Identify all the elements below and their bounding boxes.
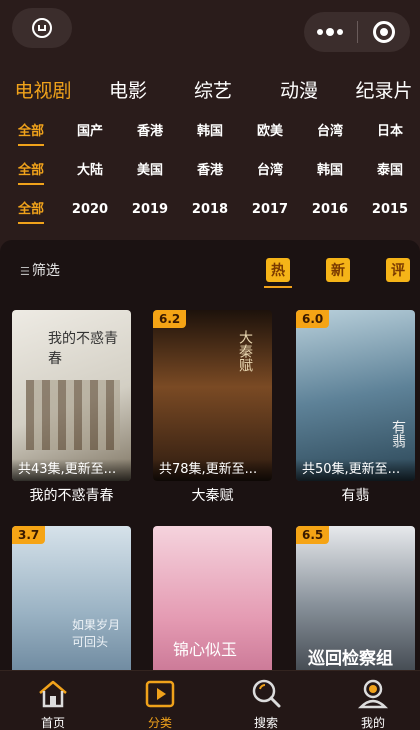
more-button[interactable] [304,12,357,52]
card-title: 大秦赋 [191,488,234,504]
filter-chip[interactable]: 台湾 [257,161,283,181]
poster-title-art: 我的不惑青春 [48,331,118,367]
poster-image[interactable]: 如果岁月可回头 3.7 [12,526,131,670]
top-bar [0,0,420,60]
tab-movie[interactable]: 电影 [109,76,147,106]
nav-home[interactable]: 首页 [23,677,83,730]
sort-hot-button[interactable]: 热 [264,258,292,288]
filter-chip[interactable]: 2016 [312,200,348,220]
search-icon [249,677,283,711]
sort-bar: ☰ 筛选 热 新 评 [0,240,420,300]
filter-chip[interactable]: 全部 [17,161,45,185]
bottom-nav: 首页 分类 搜索 我的 [0,670,420,730]
profile-icon [356,677,390,711]
home-icon [36,677,70,711]
tab-variety[interactable]: 综艺 [194,76,232,106]
tab-tv-series[interactable]: 电视剧 [14,76,71,106]
episode-info: 共43集,更新至... [12,459,131,481]
list-item[interactable]: 巡回检察组 6.5 [296,526,415,670]
filter-button[interactable]: ☰ 筛选 [20,262,60,281]
poster-image[interactable]: 锦心似玉 [153,526,272,670]
sort-new-button[interactable]: 新 [326,258,350,282]
sort-rating-button[interactable]: 评 [386,258,410,282]
rating-badge: 3.7 [12,526,46,544]
filter-chip[interactable]: 台湾 [317,122,343,142]
poster-title-art: 巡回检察组 [308,649,393,669]
close-target-icon [372,21,395,43]
filter-lines-icon: ☰ [20,265,30,278]
content-panel: ☰ 筛选 热 新 评 我的不惑青春 共43集,更新至... 我的不惑青春 大秦赋 … [0,240,420,670]
more-dots-icon [317,28,344,36]
filter-chip[interactable]: 欧美 [257,122,283,142]
filter-chip[interactable]: 美国 [137,161,163,181]
filter-row-region: 全部 大陆 美国 香港 台湾 韩国 泰国 [0,161,420,185]
mini-home-button[interactable] [12,8,72,48]
list-item[interactable]: 大秦赋 6.2 共78集,更新至... 大秦赋 [153,310,272,505]
episode-info: 共50集,更新至... [296,459,415,481]
filter-row-type: 全部 国产 香港 韩国 欧美 台湾 日本 [0,122,420,146]
filter-chip[interactable]: 香港 [137,122,163,142]
tab-anime[interactable]: 动漫 [280,76,318,106]
filter-chip[interactable]: 香港 [197,161,223,181]
filter-chip[interactable]: 2018 [192,200,228,220]
poster-image[interactable]: 巡回检察组 6.5 [296,526,415,670]
poster-title-art: 有翡 [390,420,406,448]
filter-chip[interactable]: 全部 [17,122,45,146]
filter-chip[interactable]: 国产 [77,122,103,142]
filter-label: 筛选 [31,263,60,279]
poster-title-art: 如果岁月可回头 [72,618,121,649]
filter-chip[interactable]: 2019 [132,200,168,220]
nav-search[interactable]: 搜索 [236,677,296,730]
filter-row-year: 全部 2020 2019 2018 2017 2016 2015 [0,200,420,224]
filter-chip[interactable]: 韩国 [197,122,223,142]
filter-chip[interactable]: 2020 [72,200,108,220]
nav-home-label: 首页 [40,716,65,730]
mini-program-capsule [304,12,410,52]
list-item[interactable]: 锦心似玉 [153,526,272,670]
filter-chip[interactable]: 韩国 [317,161,343,181]
home-badge-icon [32,18,52,38]
poster-title-art: 锦心似玉 [173,640,238,659]
filter-chip[interactable]: 2017 [252,200,288,220]
tab-documentary[interactable]: 纪录片 [355,76,412,106]
poster-title-art: 大秦赋 [237,330,253,372]
nav-search-label: 搜索 [253,716,278,730]
list-item[interactable]: 有翡 6.0 共50集,更新至... 有翡 [296,310,415,505]
poster-image[interactable]: 我的不惑青春 共43集,更新至... [12,310,131,481]
rating-badge: 6.0 [296,310,330,328]
card-title: 我的不惑青春 [29,488,114,504]
category-play-icon [143,677,177,711]
close-mini-program-button[interactable] [358,12,411,52]
rating-badge: 6.2 [153,310,187,328]
nav-category[interactable]: 分类 [130,677,190,730]
card-title: 有翡 [341,488,370,504]
nav-category-label: 分类 [147,716,172,730]
category-tabs: 电视剧 电影 综艺 动漫 纪录片 [0,76,420,106]
poster-image[interactable]: 有翡 6.0 共50集,更新至... [296,310,415,481]
rating-badge: 6.5 [296,526,330,544]
list-item[interactable]: 我的不惑青春 共43集,更新至... 我的不惑青春 [12,310,131,505]
episode-info: 共78集,更新至... [153,459,272,481]
filter-chip[interactable]: 全部 [17,200,45,224]
nav-profile[interactable]: 我的 [343,677,403,730]
filter-chip[interactable]: 日本 [377,122,403,142]
poster-image[interactable]: 大秦赋 6.2 共78集,更新至... [153,310,272,481]
filter-chip[interactable]: 大陆 [77,161,103,181]
filter-chip[interactable]: 2015 [372,200,408,220]
filter-chip[interactable]: 泰国 [377,161,403,181]
nav-profile-label: 我的 [360,716,385,730]
list-item[interactable]: 如果岁月可回头 3.7 [12,526,131,670]
